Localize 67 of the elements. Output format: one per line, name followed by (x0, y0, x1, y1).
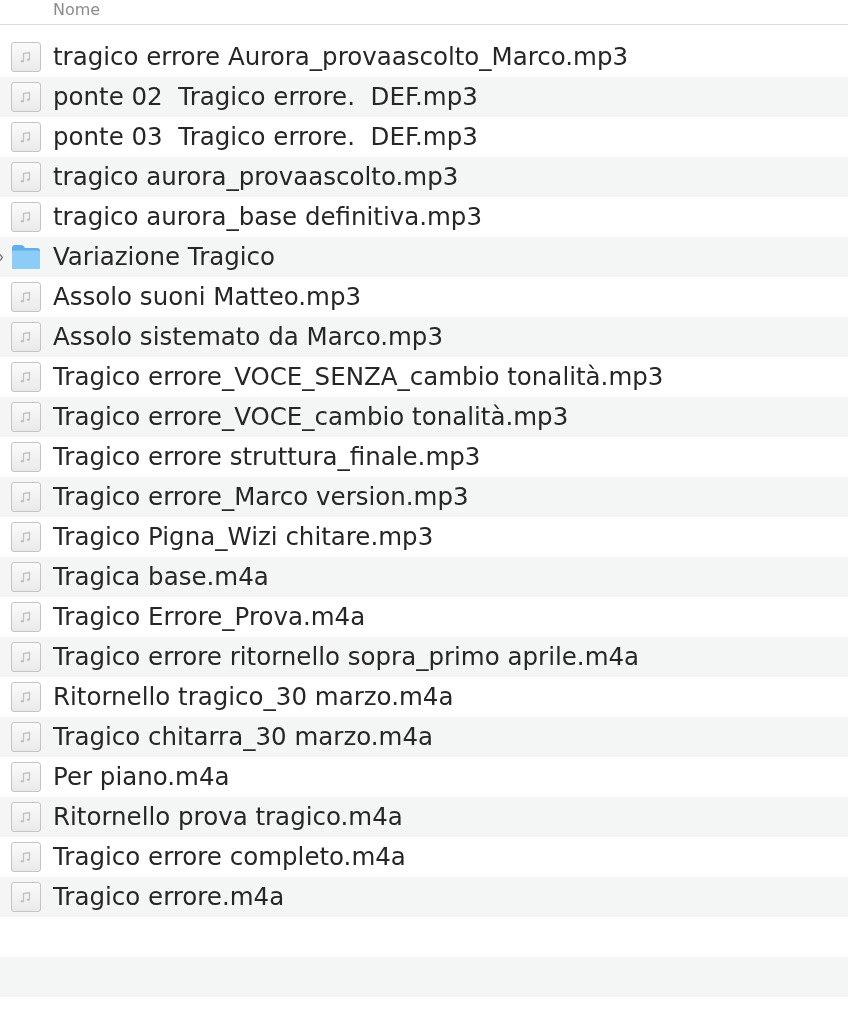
file-row[interactable]: Tragico Errore_Prova.m4a (0, 597, 848, 637)
audio-file-icon (11, 562, 41, 592)
file-name: Tragico errore struttura_finale.mp3 (53, 442, 481, 472)
file-name: Per piano.m4a (53, 762, 230, 792)
file-name: Ritornello tragico_30 marzo.m4a (53, 682, 454, 712)
file-row[interactable]: tragico aurora_base definitiva.mp3 (0, 197, 848, 237)
file-name: Tragica base.m4a (53, 562, 269, 592)
file-name: Assolo suoni Matteo.mp3 (53, 282, 362, 312)
file-name: Tragico errore completo.m4a (53, 842, 406, 872)
audio-file-icon (11, 362, 41, 392)
audio-file-icon (11, 402, 41, 432)
audio-file-icon (11, 42, 41, 72)
file-name: Tragico errore ritornello sopra_primo aprile.m4a (53, 642, 640, 672)
file-row[interactable]: Assolo sistemato da Marco.mp3 (0, 317, 848, 357)
file-name: tragico errore Aurora_provaascolto_Marco.mp3 (53, 42, 629, 72)
file-name: ponte 02 Tragico errore. DEF.mp3 (53, 82, 478, 112)
audio-file-icon (11, 322, 41, 352)
file-row[interactable]: ponte 02 Tragico errore. DEF.mp3 (0, 77, 848, 117)
file-row[interactable]: Ritornello prova tragico.m4a (0, 797, 848, 837)
file-row[interactable]: Per piano.m4a (0, 757, 848, 797)
file-name: Tragico errore_Marco version.mp3 (53, 482, 469, 512)
file-row[interactable]: Tragico chitarra_30 marzo.m4a (0, 717, 848, 757)
audio-file-icon (11, 122, 41, 152)
audio-file-icon (11, 722, 41, 752)
file-row[interactable]: Tragico errore_VOCE_cambio tonalità.mp3 (0, 397, 848, 437)
audio-file-icon (11, 522, 41, 552)
audio-file-icon (11, 162, 41, 192)
folder-icon (11, 244, 41, 270)
folder-row[interactable]: Variazione Tragico (0, 237, 848, 277)
file-row[interactable]: Ritornello tragico_30 marzo.m4a (0, 677, 848, 717)
file-row[interactable]: Assolo suoni Matteo.mp3 (0, 277, 848, 317)
file-row[interactable]: Tragico errore_Marco version.mp3 (0, 477, 848, 517)
file-name: Tragico errore_VOCE_SENZA_cambio tonalità.mp3 (53, 362, 664, 392)
file-row[interactable]: Tragico errore_VOCE_SENZA_cambio tonalità.mp3 (0, 357, 848, 397)
file-name: ponte 03 Tragico errore. DEF.mp3 (53, 122, 478, 152)
audio-file-icon (11, 602, 41, 632)
file-name: Tragico chitarra_30 marzo.m4a (53, 722, 434, 752)
audio-file-icon (11, 682, 41, 712)
audio-file-icon (11, 82, 41, 112)
audio-file-icon (11, 842, 41, 872)
file-row[interactable]: Tragico errore completo.m4a (0, 837, 848, 877)
audio-file-icon (11, 882, 41, 912)
file-row[interactable]: Tragico errore.m4a (0, 877, 848, 917)
audio-file-icon (11, 802, 41, 832)
file-name: tragico aurora_base definitiva.mp3 (53, 202, 482, 232)
audio-file-icon (11, 482, 41, 512)
audio-file-icon (11, 282, 41, 312)
file-row[interactable]: Tragica base.m4a (0, 557, 848, 597)
audio-file-icon (11, 642, 41, 672)
file-name: Tragico Pigna_Wizi chitare.mp3 (53, 522, 434, 552)
audio-file-icon (11, 762, 41, 792)
chevron-icon[interactable] (0, 254, 3, 261)
file-name: Tragico errore.m4a (53, 882, 285, 912)
file-row[interactable]: Tragico errore struttura_finale.mp3 (0, 437, 848, 477)
file-name: Tragico Errore_Prova.m4a (53, 602, 366, 632)
file-name: tragico aurora_provaascolto.mp3 (53, 162, 459, 192)
file-row[interactable]: Tragico Pigna_Wizi chitare.mp3 (0, 517, 848, 557)
file-name: Variazione Tragico (53, 242, 276, 272)
file-row[interactable]: tragico errore Aurora_provaascolto_Marco.mp3 (0, 37, 848, 77)
file-row[interactable]: tragico aurora_provaascolto.mp3 (0, 157, 848, 197)
file-name: Tragico errore_VOCE_cambio tonalità.mp3 (53, 402, 569, 432)
audio-file-icon (11, 202, 41, 232)
file-name: Ritornello prova tragico.m4a (53, 802, 403, 832)
file-row[interactable]: ponte 03 Tragico errore. DEF.mp3 (0, 117, 848, 157)
file-name: Assolo sistemato da Marco.mp3 (53, 322, 443, 352)
file-row[interactable]: Tragico errore ritornello sopra_primo aprile.m4a (0, 637, 848, 677)
audio-file-icon (11, 442, 41, 472)
